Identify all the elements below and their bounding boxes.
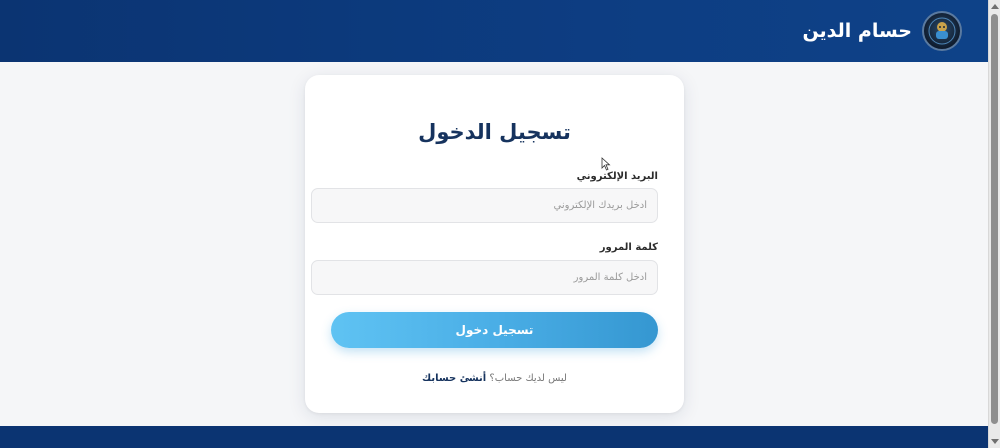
signup-prompt-line: ليس لديك حساب؟ أنشئ حسابك [305, 373, 684, 384]
mouse-cursor-icon [601, 157, 611, 171]
avatar-logo-icon[interactable] [922, 11, 962, 51]
create-account-link[interactable]: أنشئ حسابك [422, 373, 486, 384]
footer-bar [0, 426, 988, 448]
email-input[interactable] [311, 188, 658, 223]
scroll-up-arrow-icon[interactable] [991, 4, 999, 9]
top-navigation-bar: حسام الدين [0, 0, 988, 62]
brand[interactable]: حسام الدين [802, 11, 962, 51]
password-input[interactable] [311, 260, 658, 295]
scroll-down-arrow-icon[interactable] [991, 439, 999, 444]
brand-name[interactable]: حسام الدين [802, 20, 912, 42]
email-label: البريد الإلكتروني [576, 171, 658, 182]
login-card: تسجيل الدخول البريد الإلكتروني كلمة المر… [305, 75, 684, 413]
login-title: تسجيل الدخول [418, 120, 571, 144]
login-submit-button[interactable]: تسجيل دخول [331, 312, 658, 348]
signup-prompt-text: ليس لديك حساب؟ [489, 373, 567, 384]
page-scrollbar[interactable] [988, 0, 1000, 448]
password-label: كلمة المرور [599, 242, 658, 253]
scroll-thumb[interactable] [991, 14, 998, 424]
